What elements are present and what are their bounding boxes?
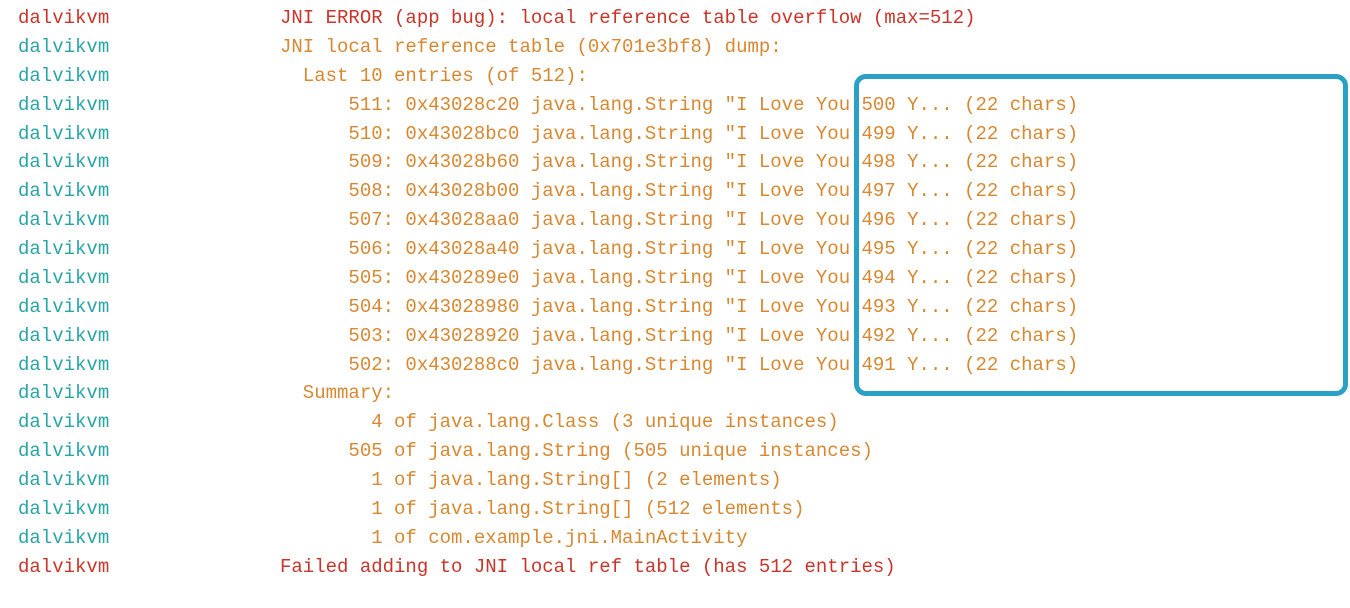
log-line: dalvikvm Summary: [18,379,1332,408]
log-line: dalvikvmJNI ERROR (app bug): local refer… [18,4,1332,33]
log-tag: dalvikvm [18,148,280,177]
log-tag: dalvikvm [18,120,280,149]
log-line: dalvikvm 507: 0x43028aa0 java.lang.Strin… [18,206,1332,235]
log-line: dalvikvm 506: 0x43028a40 java.lang.Strin… [18,235,1332,264]
log-line: dalvikvm 505 of java.lang.String (505 un… [18,437,1332,466]
log-message: 506: 0x43028a40 java.lang.String "I Love… [280,235,1332,264]
log-message: 505: 0x430289e0 java.lang.String "I Love… [280,264,1332,293]
log-line: dalvikvm 4 of java.lang.Class (3 unique … [18,408,1332,437]
log-line: dalvikvm Last 10 entries (of 512): [18,62,1332,91]
log-line: dalvikvm 504: 0x43028980 java.lang.Strin… [18,293,1332,322]
log-tag: dalvikvm [18,206,280,235]
log-tag: dalvikvm [18,553,280,582]
log-line: dalvikvm 508: 0x43028b00 java.lang.Strin… [18,177,1332,206]
log-line: dalvikvm 505: 0x430289e0 java.lang.Strin… [18,264,1332,293]
log-tag: dalvikvm [18,466,280,495]
log-tag: dalvikvm [18,33,280,62]
log-message: 510: 0x43028bc0 java.lang.String "I Love… [280,120,1332,149]
log-message: 1 of java.lang.String[] (512 elements) [280,495,1332,524]
log-line: dalvikvmJNI local reference table (0x701… [18,33,1332,62]
log-tag: dalvikvm [18,4,280,33]
log-message: 509: 0x43028b60 java.lang.String "I Love… [280,148,1332,177]
log-line: dalvikvm 510: 0x43028bc0 java.lang.Strin… [18,120,1332,149]
log-tag: dalvikvm [18,437,280,466]
log-line: dalvikvm 503: 0x43028920 java.lang.Strin… [18,322,1332,351]
log-message: 4 of java.lang.Class (3 unique instances… [280,408,1332,437]
log-message: 503: 0x43028920 java.lang.String "I Love… [280,322,1332,351]
log-line: dalvikvmFailed adding to JNI local ref t… [18,553,1332,582]
log-line: dalvikvm 509: 0x43028b60 java.lang.Strin… [18,148,1332,177]
log-message: 1 of java.lang.String[] (2 elements) [280,466,1332,495]
log-tag: dalvikvm [18,408,280,437]
log-message: 1 of com.example.jni.MainActivity [280,524,1332,553]
log-line: dalvikvm 1 of java.lang.String[] (2 elem… [18,466,1332,495]
log-tag: dalvikvm [18,264,280,293]
log-tag: dalvikvm [18,177,280,206]
log-tag: dalvikvm [18,62,280,91]
log-message: Last 10 entries (of 512): [280,62,1332,91]
log-output: dalvikvmJNI ERROR (app bug): local refer… [18,4,1332,582]
log-message: 507: 0x43028aa0 java.lang.String "I Love… [280,206,1332,235]
log-line: dalvikvm 502: 0x430288c0 java.lang.Strin… [18,351,1332,380]
log-tag: dalvikvm [18,235,280,264]
log-tag: dalvikvm [18,351,280,380]
log-tag: dalvikvm [18,495,280,524]
log-tag: dalvikvm [18,379,280,408]
log-tag: dalvikvm [18,293,280,322]
log-message: Failed adding to JNI local ref table (ha… [280,553,1332,582]
log-message: Summary: [280,379,1332,408]
log-message: JNI local reference table (0x701e3bf8) d… [280,33,1332,62]
log-message: 505 of java.lang.String (505 unique inst… [280,437,1332,466]
log-tag: dalvikvm [18,524,280,553]
log-tag: dalvikvm [18,322,280,351]
log-message: 502: 0x430288c0 java.lang.String "I Love… [280,351,1332,380]
log-message: 508: 0x43028b00 java.lang.String "I Love… [280,177,1332,206]
log-message: JNI ERROR (app bug): local reference tab… [280,4,1332,33]
log-line: dalvikvm 1 of com.example.jni.MainActivi… [18,524,1332,553]
log-tag: dalvikvm [18,91,280,120]
log-line: dalvikvm 1 of java.lang.String[] (512 el… [18,495,1332,524]
log-message: 511: 0x43028c20 java.lang.String "I Love… [280,91,1332,120]
log-message: 504: 0x43028980 java.lang.String "I Love… [280,293,1332,322]
log-line: dalvikvm 511: 0x43028c20 java.lang.Strin… [18,91,1332,120]
